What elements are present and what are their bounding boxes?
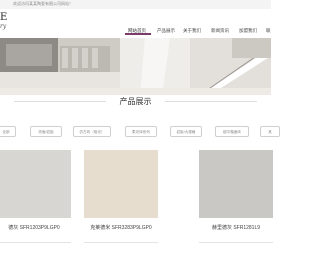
filter-soft[interactable]: 柔光砖系列 xyxy=(125,126,157,137)
filter-glaze[interactable]: 超平釉面砖 xyxy=(215,126,249,137)
product-name[interactable]: 德灰 SFR1203P9LGP0 xyxy=(0,224,71,232)
product-card[interactable]: 赫里德灰 SFR1281L9 xyxy=(199,150,273,268)
product-card[interactable]: 克莱德米 SFR3283P9LGP0 xyxy=(84,150,158,268)
section-divider-right xyxy=(165,101,257,102)
filter-all[interactable]: 全部 xyxy=(0,126,16,137)
logo-subtitle: ry xyxy=(0,23,7,30)
product-image[interactable] xyxy=(0,150,71,218)
logo-letter: E xyxy=(0,12,8,23)
nav-item-news[interactable]: 新闻资讯 xyxy=(211,27,229,35)
product-name[interactable]: 克莱德米 SFR3283P9LGP0 xyxy=(84,224,158,232)
site-logo[interactable]: E ry xyxy=(0,13,24,33)
category-filters: 全部 亮面/岩板 仿古砖（哑光） 柔光砖系列 岩板/大规格 超平釉面砖 其 xyxy=(0,126,280,138)
product-name[interactable]: 赫里德灰 SFR1281L9 xyxy=(199,224,273,232)
product-image[interactable] xyxy=(199,150,273,218)
product-divider xyxy=(84,242,158,243)
nav-item-join[interactable]: 加盟我们 xyxy=(239,27,257,35)
filter-matte[interactable]: 仿古砖（哑光） xyxy=(73,126,111,137)
section-title: 产品展示 xyxy=(119,97,152,106)
nav-active-indicator xyxy=(125,33,151,35)
nav-item-contact[interactable]: 联 xyxy=(266,27,271,35)
product-divider xyxy=(0,242,71,243)
hero-banner xyxy=(0,38,271,95)
top-bar: 欢迎访问某某陶瓷有限公司网站！ xyxy=(0,0,271,9)
welcome-text: 欢迎访问某某陶瓷有限公司网站！ xyxy=(13,1,73,6)
nav-item-products[interactable]: 产品展示 xyxy=(157,27,175,35)
filter-polished[interactable]: 亮面/岩板 xyxy=(30,126,62,137)
product-image[interactable] xyxy=(84,150,158,218)
filter-slab[interactable]: 岩板/大规格 xyxy=(170,126,202,137)
nav-item-about[interactable]: 关于我们 xyxy=(183,27,201,35)
product-card[interactable]: 德灰 SFR1203P9LGP0 xyxy=(0,150,71,268)
interior-photo xyxy=(0,38,271,95)
product-divider xyxy=(199,242,273,243)
filter-other[interactable]: 其 xyxy=(260,126,280,137)
